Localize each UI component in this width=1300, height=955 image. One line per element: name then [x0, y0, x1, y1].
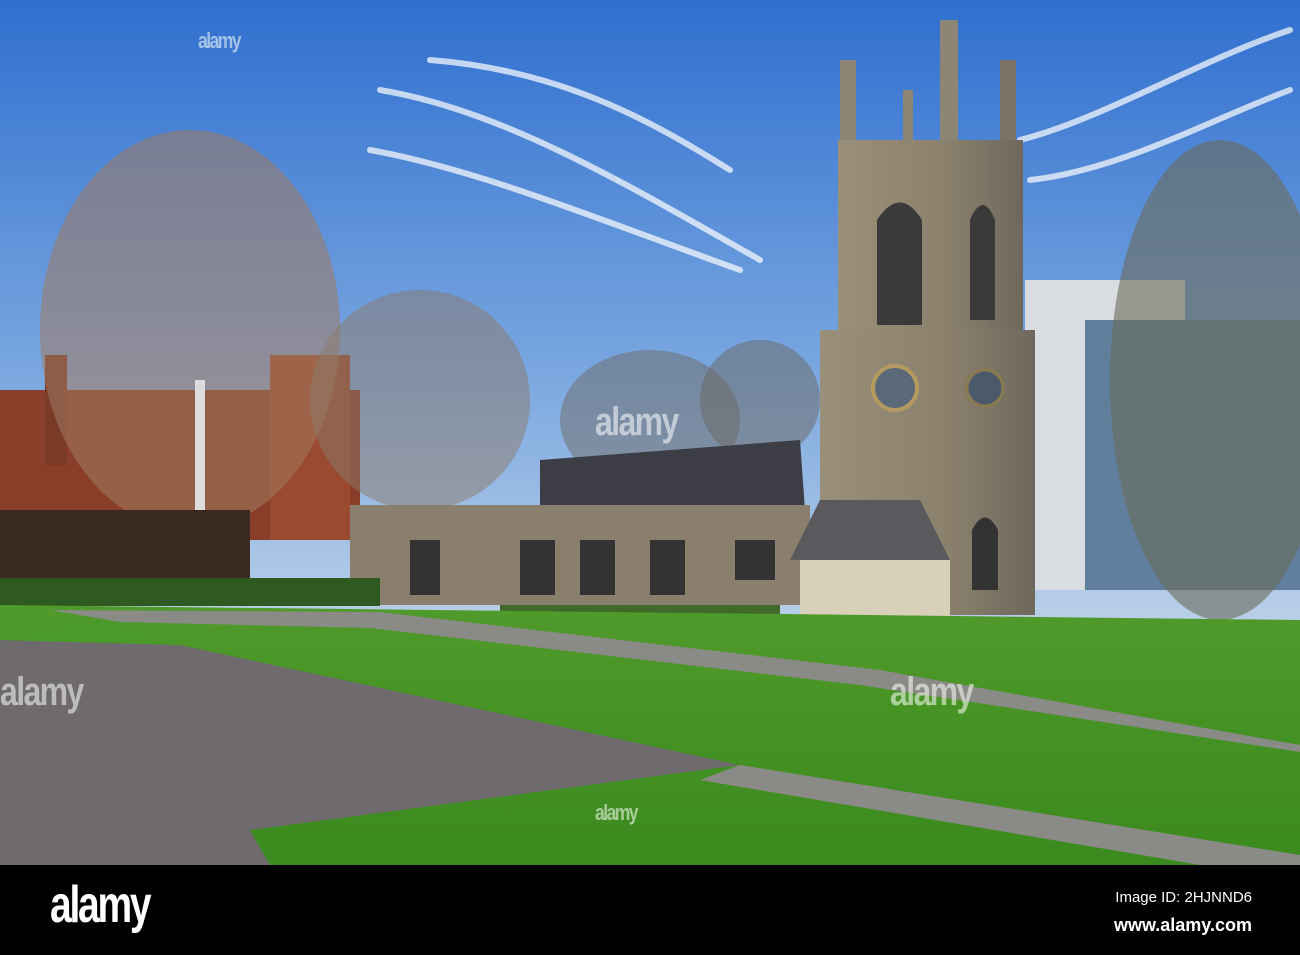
- image-id: Image ID: 2HJNND6: [1115, 889, 1252, 906]
- watermark: alamy: [198, 28, 242, 53]
- footer-bar: alamy Image ID: 2HJNND6 www.alamy.com: [0, 865, 1300, 955]
- website-link[interactable]: www.alamy.com: [1114, 915, 1252, 936]
- watermark: alamy: [595, 400, 679, 444]
- hedge: [0, 578, 380, 606]
- alamy-logo: alamy: [50, 876, 152, 934]
- stock-photo-page: alamy alamy alamy alamy alamy alamy Imag…: [0, 0, 1300, 955]
- walkway: [0, 510, 250, 580]
- watermark: alamy: [0, 670, 84, 714]
- watermark: alamy: [890, 670, 974, 714]
- watermark: alamy: [595, 800, 639, 825]
